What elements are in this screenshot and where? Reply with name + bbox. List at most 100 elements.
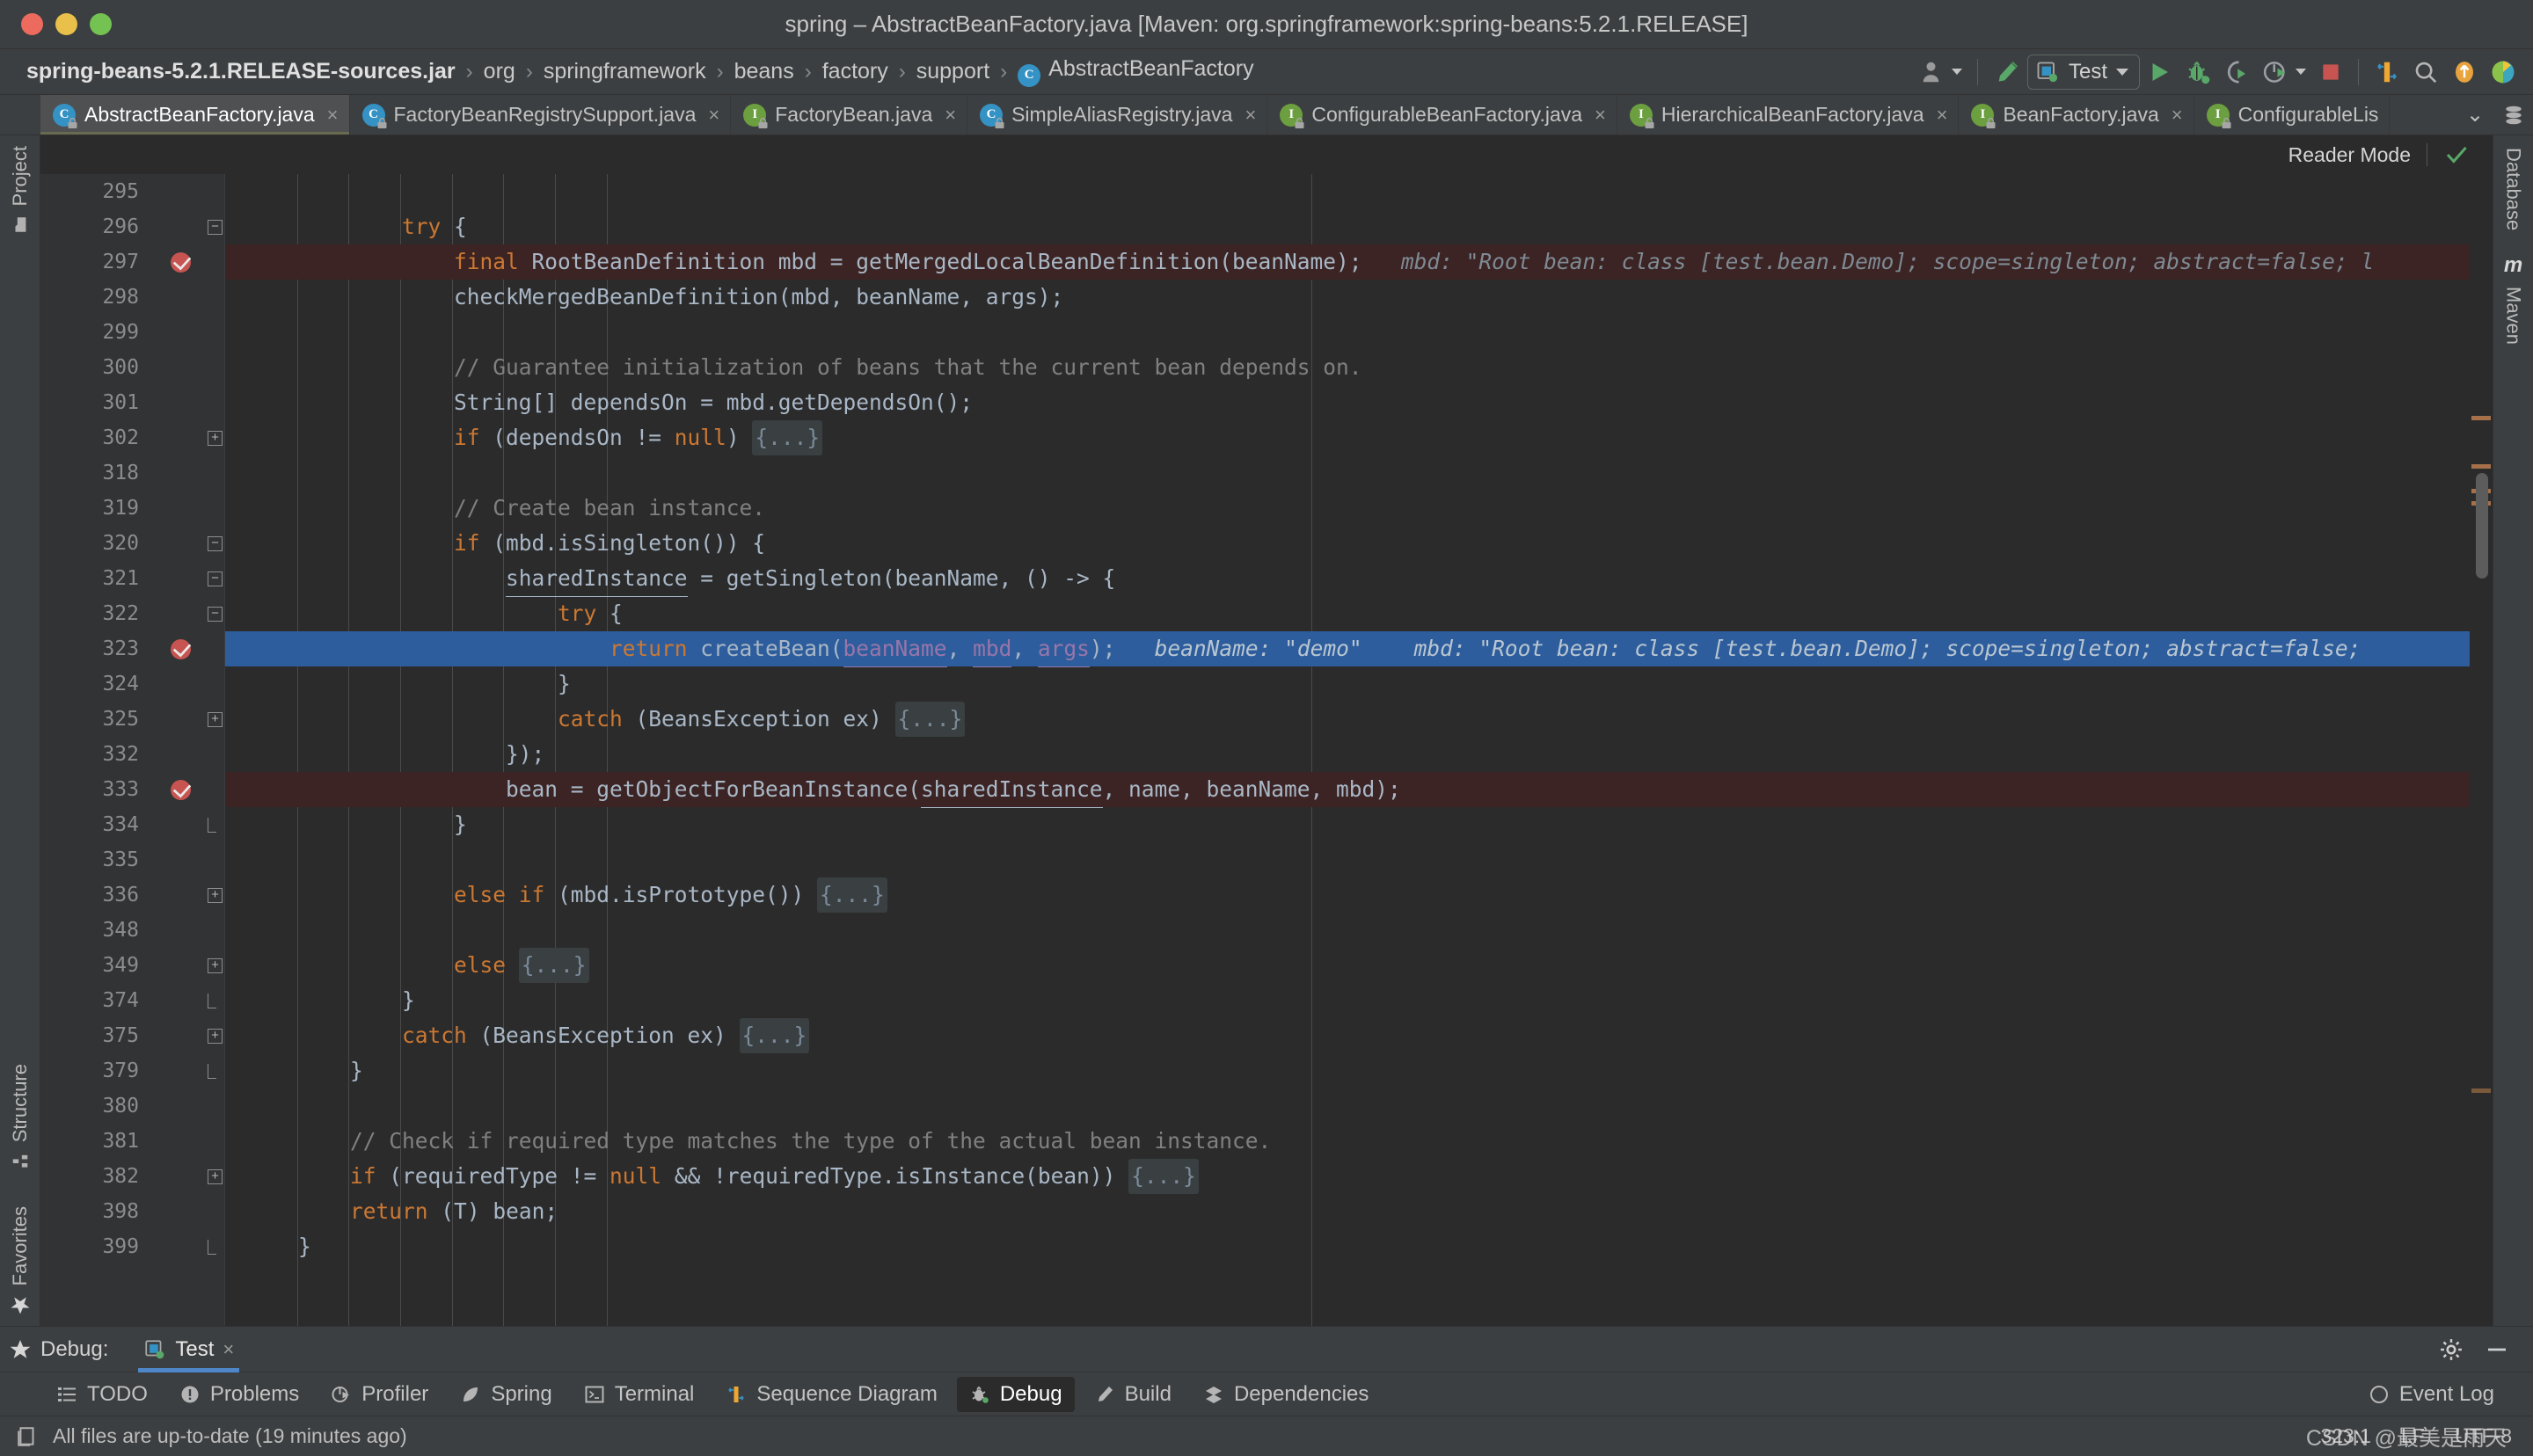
- gutter-row[interactable]: 320 −: [40, 526, 224, 561]
- sidebar-item-structure[interactable]: Structure: [9, 1064, 32, 1170]
- close-icon[interactable]: ×: [945, 104, 956, 127]
- tool-window-profiler[interactable]: Profiler: [318, 1377, 441, 1412]
- tool-window-build[interactable]: Build: [1082, 1377, 1184, 1412]
- gutter-row[interactable]: 398: [40, 1194, 224, 1229]
- show-hidden-tabs-button[interactable]: ⌄: [2456, 102, 2494, 127]
- update-project-icon[interactable]: [2445, 54, 2484, 91]
- user-avatar-icon[interactable]: [1914, 54, 1968, 91]
- fold-collapse-icon[interactable]: −: [208, 536, 223, 551]
- code-line[interactable]: final RootBeanDefinition mbd = getMerged…: [225, 244, 2374, 280]
- close-icon[interactable]: ×: [1937, 104, 1948, 127]
- gutter-row[interactable]: 319: [40, 491, 224, 526]
- fold-region-marker[interactable]: [208, 1240, 216, 1255]
- code-line[interactable]: return createBean(beanName, mbd, args); …: [225, 631, 2361, 667]
- error-stripe-scrollbar[interactable]: [2470, 174, 2493, 1326]
- code-line[interactable]: if (dependsOn != null) {...}: [225, 420, 823, 455]
- gutter-row[interactable]: 381: [40, 1124, 224, 1159]
- run-with-coverage-icon[interactable]: [2217, 54, 2256, 91]
- breadcrumb-item-jar[interactable]: spring-beans-5.2.1.RELEASE-sources.jar: [21, 57, 461, 86]
- editor-tab-beanfactory[interactable]: I BeanFactory.java ×: [1959, 95, 2194, 135]
- green-check-icon[interactable]: [2443, 142, 2470, 168]
- sidebar-item-database[interactable]: Database: [2502, 148, 2525, 230]
- gutter-row[interactable]: 322 −: [40, 596, 224, 631]
- scrollbar-thumb[interactable]: [2476, 473, 2488, 579]
- gutter-row[interactable]: 334: [40, 807, 224, 842]
- database-stack-icon[interactable]: [2494, 104, 2533, 127]
- gutter-row[interactable]: 325 +: [40, 702, 224, 737]
- ide-feature-icon[interactable]: [2484, 54, 2522, 91]
- tool-window-todo[interactable]: TODO: [44, 1377, 160, 1412]
- code-line[interactable]: try {: [225, 596, 623, 631]
- tool-window-spring[interactable]: Spring: [448, 1377, 564, 1412]
- build-hammer-icon[interactable]: [1987, 54, 2027, 91]
- minimize-icon[interactable]: [2484, 1336, 2510, 1363]
- code-line[interactable]: [225, 455, 246, 491]
- gutter-row[interactable]: 302 +: [40, 420, 224, 455]
- fold-region-marker[interactable]: [208, 994, 216, 1008]
- gutter-row[interactable]: 301: [40, 385, 224, 420]
- close-window-button[interactable]: [21, 13, 43, 35]
- breadcrumb-item-support[interactable]: support: [911, 57, 995, 86]
- debug-bug-icon[interactable]: [2179, 54, 2217, 91]
- breadcrumb-item-factory[interactable]: factory: [817, 57, 894, 86]
- editor-tab-factorybean[interactable]: I FactoryBean.java ×: [731, 95, 968, 135]
- code-line[interactable]: if (mbd.isSingleton()) {: [225, 526, 765, 561]
- code-text-area[interactable]: try { final RootBeanDefinition mbd = get…: [225, 174, 2493, 1326]
- code-line[interactable]: else if (mbd.isPrototype()) {...}: [225, 877, 887, 913]
- code-line[interactable]: }: [225, 1229, 311, 1264]
- breadcrumb-item-org[interactable]: org: [478, 57, 521, 86]
- minimize-window-button[interactable]: [55, 13, 77, 35]
- code-line[interactable]: [225, 1088, 246, 1124]
- close-icon[interactable]: ×: [223, 1338, 234, 1361]
- search-magnifier-icon[interactable]: [2406, 54, 2445, 91]
- gutter-row[interactable]: 349 +: [40, 948, 224, 983]
- gutter-row[interactable]: 299: [40, 315, 224, 350]
- sidebar-item-maven[interactable]: m Maven: [2502, 253, 2525, 345]
- debug-session-tab-test[interactable]: Test ×: [131, 1327, 246, 1372]
- fold-expand-icon[interactable]: +: [208, 431, 223, 446]
- fold-expand-icon[interactable]: +: [208, 958, 223, 973]
- gutter-row[interactable]: 298: [40, 280, 224, 315]
- code-line[interactable]: try {: [225, 209, 467, 244]
- breadcrumb-item-springframework[interactable]: springframework: [538, 57, 712, 86]
- gutter-row[interactable]: 379: [40, 1053, 224, 1088]
- code-line[interactable]: // Guarantee initialization of beans tha…: [225, 350, 1362, 385]
- fold-collapse-icon[interactable]: −: [208, 571, 223, 586]
- run-play-icon[interactable]: [2140, 54, 2179, 91]
- tool-window-terminal[interactable]: Terminal: [572, 1377, 707, 1412]
- gutter-row[interactable]: 333: [40, 772, 224, 807]
- code-line[interactable]: [225, 913, 246, 948]
- editor-gutter[interactable]: 295 296 − 297 298 299 300 301 302 +318 319 320 − 321 −…: [40, 174, 225, 1326]
- code-line[interactable]: bean = getObjectForBeanInstance(sharedIn…: [225, 772, 1401, 808]
- code-line[interactable]: catch (BeansException ex) {...}: [225, 702, 966, 737]
- gutter-row[interactable]: 300: [40, 350, 224, 385]
- gutter-row[interactable]: 380: [40, 1088, 224, 1124]
- fold-expand-icon[interactable]: +: [208, 1169, 223, 1184]
- maximize-window-button[interactable]: [90, 13, 112, 35]
- close-icon[interactable]: ×: [327, 104, 339, 127]
- fold-region-marker[interactable]: [208, 818, 216, 833]
- gutter-row[interactable]: 374: [40, 983, 224, 1018]
- close-icon[interactable]: ×: [708, 104, 719, 127]
- code-line[interactable]: if (requiredType != null && !requiredTyp…: [225, 1159, 1199, 1194]
- tool-window-sequence-diagram[interactable]: Sequence Diagram: [713, 1377, 949, 1412]
- code-line[interactable]: return (T) bean;: [225, 1194, 558, 1229]
- sidebar-item-favorites[interactable]: Favorites: [9, 1206, 32, 1315]
- gear-icon[interactable]: [2438, 1336, 2464, 1363]
- sequence-diagram-icon[interactable]: [2368, 54, 2406, 91]
- editor-tab-configurablebeanfactory[interactable]: I ConfigurableBeanFactory.java ×: [1267, 95, 1617, 135]
- file-encoding[interactable]: UTF-8: [2455, 1424, 2512, 1448]
- breadcrumb-item-class[interactable]: C AbstractBeanFactory: [1012, 55, 1259, 89]
- tool-window-problems[interactable]: Problems: [167, 1377, 311, 1412]
- gutter-row[interactable]: 296 −: [40, 209, 224, 244]
- code-line[interactable]: [225, 842, 246, 877]
- close-icon[interactable]: ×: [1595, 104, 1606, 127]
- gutter-row[interactable]: 295: [40, 174, 224, 209]
- code-line[interactable]: // Create bean instance.: [225, 491, 765, 526]
- code-line[interactable]: }: [225, 983, 415, 1018]
- fold-expand-icon[interactable]: +: [208, 712, 223, 727]
- fold-expand-icon[interactable]: +: [208, 888, 223, 903]
- fold-collapse-icon[interactable]: −: [208, 607, 223, 622]
- close-icon[interactable]: ×: [2172, 104, 2183, 127]
- gutter-row[interactable]: 348: [40, 913, 224, 948]
